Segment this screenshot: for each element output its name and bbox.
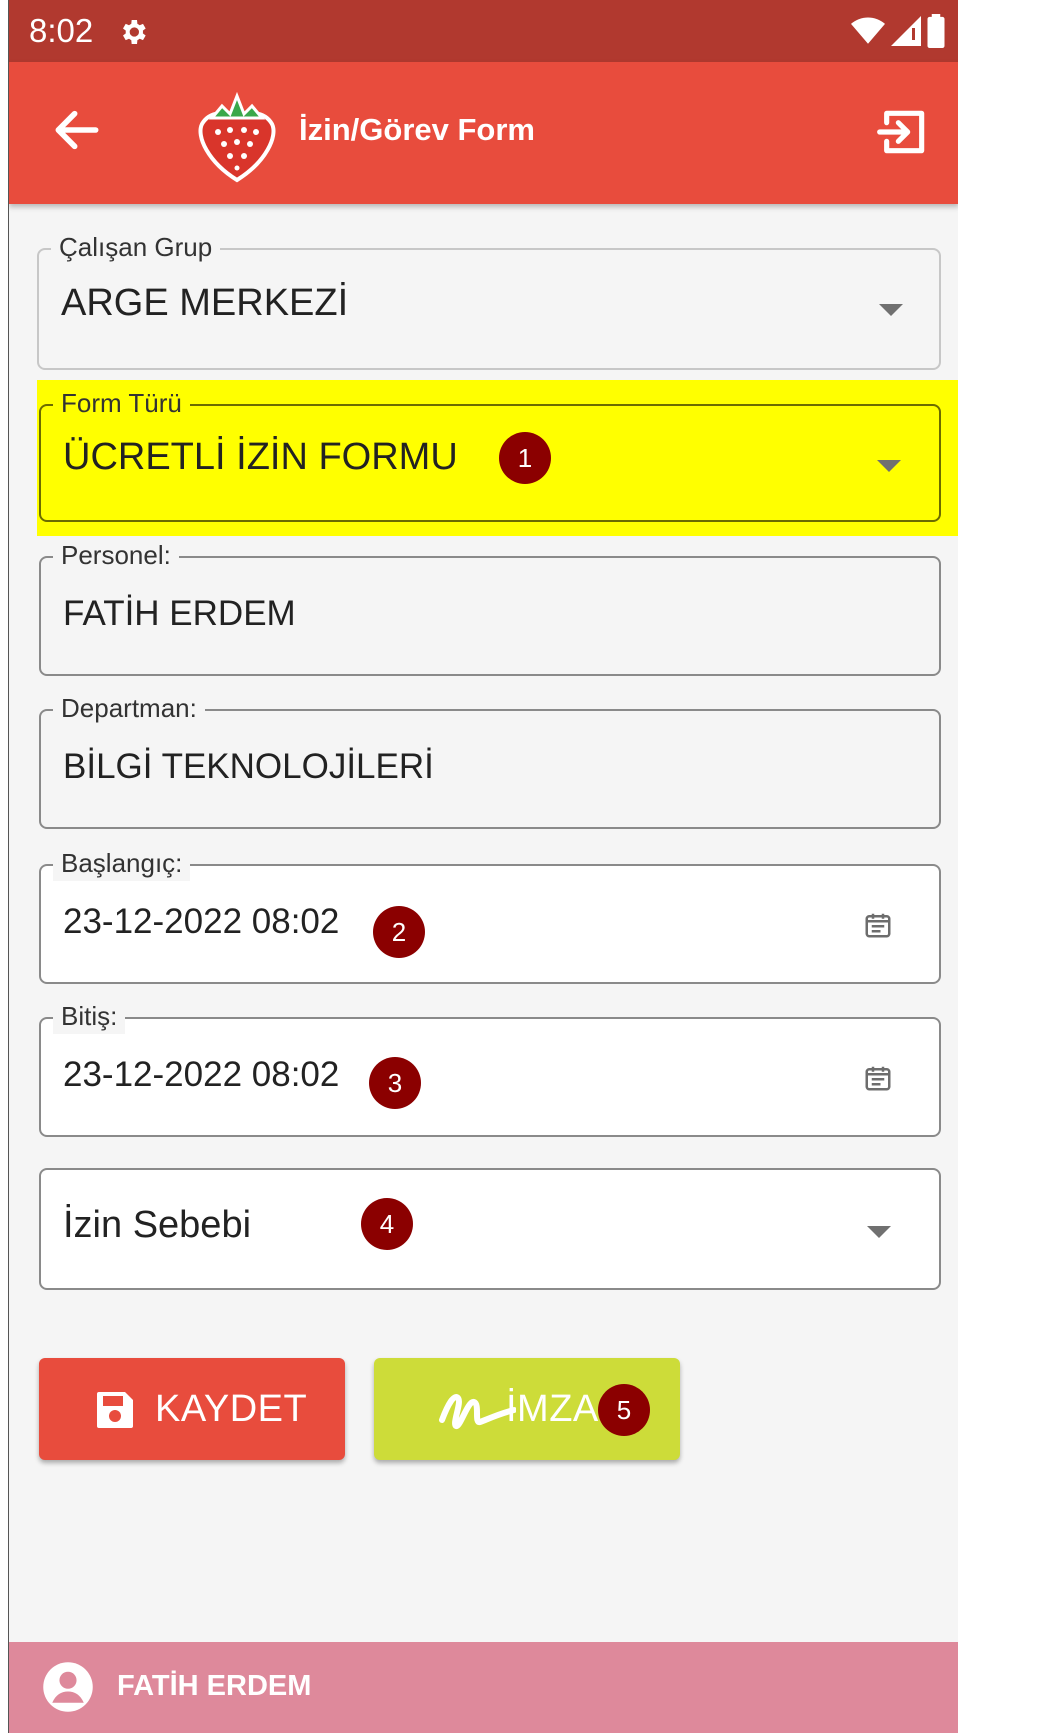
chevron-down-icon <box>867 1226 891 1238</box>
step-badge-3: 3 <box>369 1057 421 1109</box>
chevron-down-icon <box>879 304 903 316</box>
step-badge-1: 1 <box>499 432 551 484</box>
department-label: Departman: <box>53 690 205 726</box>
status-time: 8:02 <box>29 12 94 49</box>
save-floppy-icon <box>97 1392 133 1428</box>
signal-icon <box>891 16 921 46</box>
step-badge-5: 5 <box>598 1384 650 1436</box>
strawberry-logo-icon <box>198 91 276 183</box>
form-type-select[interactable]: Form Türü ÜCRETLİ İZİN FORMU 1 <box>39 385 941 522</box>
staff-value: FATİH ERDEM <box>63 594 296 633</box>
wifi-icon <box>851 17 885 44</box>
leave-reason-select[interactable]: İzin Sebebi 4 <box>39 1168 941 1290</box>
sign-button-label: İMZA <box>506 1388 599 1430</box>
step-badge-4: 4 <box>361 1198 413 1250</box>
page-title: İzin/Görev Form <box>299 112 535 147</box>
user-avatar-icon <box>43 1662 93 1712</box>
signature-icon <box>439 1394 516 1430</box>
user-bar: FATİH ERDEM <box>9 1642 958 1733</box>
end-date-field[interactable]: Bitiş: 23-12-2022 08:02 3 <box>39 998 941 1137</box>
employee-group-value: ARGE MERKEZİ <box>61 282 349 324</box>
start-date-label: Başlangıç: <box>53 845 191 881</box>
staff-field[interactable]: Personel: FATİH ERDEM <box>39 537 941 676</box>
staff-label: Personel: <box>53 537 179 573</box>
status-icons <box>851 14 945 48</box>
app-bar: İzin/Görev Form <box>9 62 958 204</box>
sign-button[interactable]: İMZA 5 <box>374 1358 680 1460</box>
user-name: FATİH ERDEM <box>117 1670 312 1702</box>
leave-reason-placeholder: İzin Sebebi <box>63 1204 252 1246</box>
employee-group-label: Çalışan Grup <box>51 229 221 265</box>
start-date-value: 23-12-2022 08:02 <box>63 902 340 941</box>
end-date-label: Bitiş: <box>53 998 126 1034</box>
logout-icon[interactable] <box>875 104 931 160</box>
calendar-icon[interactable] <box>863 1063 893 1093</box>
battery-icon <box>927 14 945 48</box>
settings-gear-icon <box>123 20 146 44</box>
step-badge-2: 2 <box>373 906 425 958</box>
back-arrow-icon[interactable] <box>49 102 105 158</box>
department-value: BİLGİ TEKNOLOJİLERİ <box>63 747 434 786</box>
calendar-icon[interactable] <box>863 910 893 940</box>
form-type-value: ÜCRETLİ İZİN FORMU <box>63 436 458 478</box>
department-field[interactable]: Departman: BİLGİ TEKNOLOJİLERİ <box>39 690 941 829</box>
employee-group-select[interactable]: Çalışan Grup ARGE MERKEZİ <box>37 229 941 370</box>
save-button[interactable]: KAYDET <box>39 1358 345 1460</box>
status-bar: 8:02 <box>9 0 958 62</box>
form-type-label: Form Türü <box>53 385 190 421</box>
start-date-field[interactable]: Başlangıç: 23-12-2022 08:02 2 <box>39 845 941 984</box>
chevron-down-icon <box>877 460 901 472</box>
phone-screen: 8:02 İzin/Görev Form Çalışan Grup ARGE M… <box>8 0 958 1733</box>
save-button-label: KAYDET <box>155 1388 308 1430</box>
end-date-value: 23-12-2022 08:02 <box>63 1055 340 1094</box>
